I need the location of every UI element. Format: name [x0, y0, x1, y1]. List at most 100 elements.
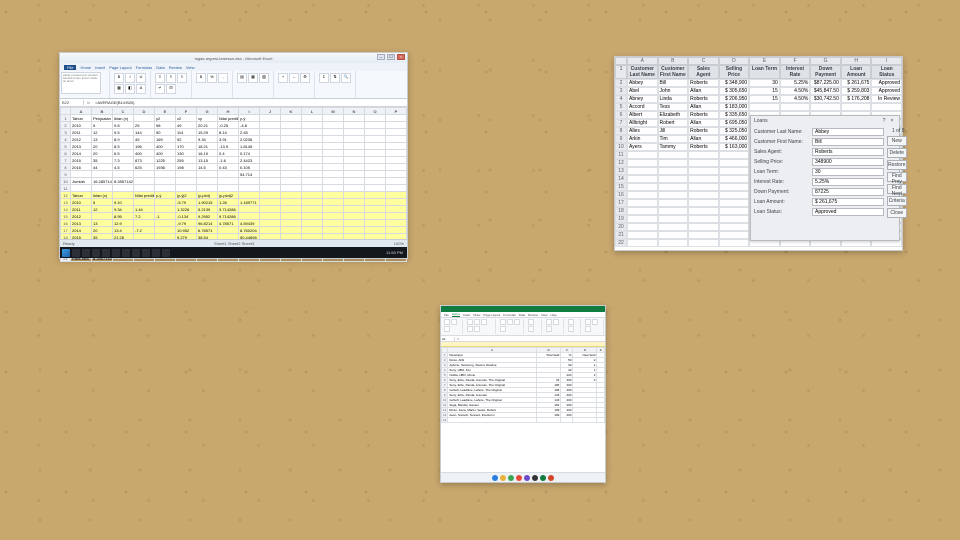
- cell[interactable]: Jill: [658, 127, 689, 135]
- table-format-button[interactable]: ▦: [248, 73, 258, 83]
- cell[interactable]: 3.714286: [218, 206, 239, 213]
- cell[interactable]: In Review: [871, 95, 902, 103]
- cell[interactable]: [281, 199, 302, 206]
- row-header[interactable]: 2: [615, 79, 627, 87]
- cell[interactable]: [323, 192, 344, 199]
- cell[interactable]: y2: [155, 115, 176, 122]
- cell[interactable]: [719, 215, 750, 223]
- cell[interactable]: [155, 227, 176, 234]
- cell[interactable]: [323, 213, 344, 220]
- cell[interactable]: [386, 143, 407, 150]
- cell[interactable]: 15: [749, 87, 780, 95]
- format-button[interactable]: ⚙: [300, 73, 310, 83]
- cut-button[interactable]: [451, 319, 457, 325]
- cell[interactable]: [260, 199, 281, 206]
- cell[interactable]: 2.4423: [239, 157, 260, 164]
- cell[interactable]: [627, 183, 658, 191]
- cell[interactable]: [627, 207, 658, 215]
- cell[interactable]: $ 176,208: [841, 95, 872, 103]
- ribbon-tab[interactable]: File: [444, 313, 449, 317]
- cell[interactable]: [658, 215, 689, 223]
- cell[interactable]: 5.25%: [780, 79, 811, 87]
- cell[interactable]: 0.105: [239, 164, 260, 171]
- ribbon-tab[interactable]: Data: [156, 65, 164, 70]
- cell[interactable]: [688, 151, 719, 159]
- fill-button[interactable]: [467, 326, 473, 332]
- row-header[interactable]: 4: [61, 136, 71, 143]
- field-input[interactable]: [812, 198, 884, 206]
- cell[interactable]: [719, 239, 750, 247]
- cell[interactable]: [134, 178, 155, 185]
- cell[interactable]: [281, 178, 302, 185]
- cell[interactable]: $ 259,803: [841, 87, 872, 95]
- cell[interactable]: y-ŷ: [155, 192, 176, 199]
- windows-taskbar[interactable]: [441, 472, 605, 482]
- cell[interactable]: [281, 122, 302, 129]
- cell[interactable]: 16.19: [197, 150, 218, 157]
- cell[interactable]: 2010: [71, 122, 92, 129]
- cell[interactable]: Nilai prediksi: [134, 192, 155, 199]
- merge-button[interactable]: ⊟: [166, 84, 176, 94]
- cell[interactable]: 20: [92, 143, 113, 150]
- cell[interactable]: [302, 129, 323, 136]
- cell[interactable]: 13: [92, 136, 113, 143]
- cell[interactable]: 35: [92, 157, 113, 164]
- cell[interactable]: y-ŷ: [239, 115, 260, 122]
- cell[interactable]: [365, 206, 386, 213]
- cell[interactable]: [365, 213, 386, 220]
- form-button-find-prev[interactable]: Find Prev: [887, 172, 907, 182]
- field-input[interactable]: [812, 148, 884, 156]
- field-input[interactable]: [812, 208, 884, 216]
- sort-button[interactable]: ⇅: [330, 73, 340, 83]
- cell[interactable]: 625: [134, 164, 155, 171]
- form-button-close[interactable]: Close: [887, 208, 907, 218]
- row-header[interactable]: 20: [615, 223, 627, 231]
- currency-button[interactable]: $: [196, 73, 206, 83]
- cell[interactable]: 49: [134, 136, 155, 143]
- fx-icon[interactable]: fx: [455, 337, 461, 341]
- cell[interactable]: [688, 175, 719, 183]
- col-header[interactable]: K: [281, 108, 302, 115]
- cell[interactable]: [197, 185, 218, 192]
- cell[interactable]: [344, 143, 365, 150]
- cell[interactable]: Jumlah: [71, 178, 92, 185]
- cell[interactable]: 2014: [71, 150, 92, 157]
- cell[interactable]: [627, 191, 658, 199]
- cell[interactable]: 2012: [71, 136, 92, 143]
- cell[interactable]: [597, 418, 605, 423]
- taskbar-item[interactable]: [112, 249, 120, 257]
- cell[interactable]: [719, 175, 750, 183]
- cell[interactable]: [323, 171, 344, 178]
- cell[interactable]: [658, 175, 689, 183]
- table-button[interactable]: [553, 319, 559, 325]
- ribbon-tab[interactable]: View: [541, 313, 547, 317]
- cell[interactable]: Elizabeth: [658, 111, 689, 119]
- row-header[interactable]: 12: [61, 192, 71, 199]
- cell[interactable]: [365, 164, 386, 171]
- col-header[interactable]: J: [260, 108, 281, 115]
- cell[interactable]: 2011: [71, 129, 92, 136]
- cell[interactable]: Abney: [627, 95, 658, 103]
- cell[interactable]: 130: [176, 150, 197, 157]
- cell[interactable]: [344, 129, 365, 136]
- row-header[interactable]: 16: [61, 220, 71, 227]
- delete-button[interactable]: –: [289, 73, 299, 83]
- cell[interactable]: [344, 192, 365, 199]
- cell[interactable]: 8.28571429: [113, 178, 134, 185]
- cell[interactable]: [134, 171, 155, 178]
- cell[interactable]: 400: [155, 143, 176, 150]
- cell[interactable]: [260, 129, 281, 136]
- cell[interactable]: [627, 151, 658, 159]
- cell[interactable]: Tahun: [71, 192, 92, 199]
- cell[interactable]: [344, 220, 365, 227]
- ribbon-tab[interactable]: Formulas: [503, 313, 516, 317]
- cell[interactable]: [386, 206, 407, 213]
- cell[interactable]: 2.0236: [239, 136, 260, 143]
- close-button[interactable]: ×: [397, 54, 405, 60]
- cell[interactable]: 114: [176, 129, 197, 136]
- cell[interactable]: -13.9: [218, 143, 239, 150]
- cell[interactable]: [260, 115, 281, 122]
- currency-button[interactable]: [528, 319, 534, 325]
- cell[interactable]: [302, 164, 323, 171]
- minimize-button[interactable]: –: [377, 54, 385, 60]
